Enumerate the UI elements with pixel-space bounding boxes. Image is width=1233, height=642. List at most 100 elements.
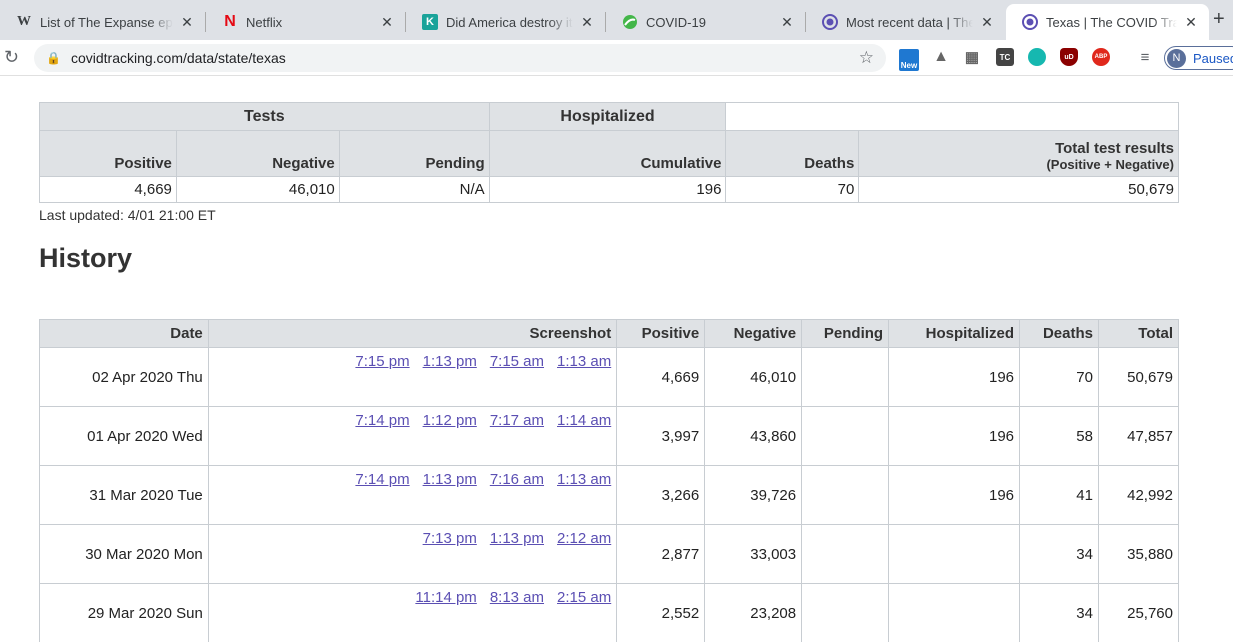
screenshot-link[interactable]: 1:13 pm	[423, 471, 477, 488]
cell-negative: 46,010	[704, 347, 803, 407]
tab-strip: W List of The Expanse episodes ✕ N Netfl…	[0, 0, 1233, 40]
close-icon[interactable]: ✕	[579, 14, 595, 31]
tab-title: COVID-19	[646, 14, 773, 30]
cell-hospitalized	[888, 524, 1021, 584]
screenshot-link[interactable]: 2:12 am	[557, 530, 611, 547]
summary-pending: N/A	[338, 176, 490, 203]
screenshot-link[interactable]: 7:14 pm	[355, 471, 409, 488]
cell-positive: 3,266	[616, 465, 706, 525]
close-icon[interactable]: ✕	[779, 14, 795, 31]
avatar: N	[1167, 48, 1186, 68]
screenshot-link[interactable]: 7:17 am	[490, 412, 544, 429]
cell-hospitalized: 196	[888, 347, 1021, 407]
reload-icon[interactable]: ↻	[4, 47, 19, 68]
history-table: Date Screenshot Positive Negative Pendin…	[39, 319, 1180, 642]
history-heading: History	[39, 243, 133, 273]
cell-positive: 3,997	[616, 406, 706, 466]
table-row: 31 Mar 2020 Tue 7:14 pm 1:13 pm 7:16 am 1:1…	[39, 465, 1180, 525]
col-pending: Pending	[338, 130, 490, 177]
cell-positive: 2,552	[616, 583, 706, 642]
tab-expanse[interactable]: W List of The Expanse episodes ✕	[0, 4, 205, 40]
extension-chat-icon[interactable]	[1028, 48, 1046, 66]
cell-pending	[801, 465, 890, 525]
screenshot-link[interactable]: 7:14 pm	[355, 412, 409, 429]
col-pending: Pending	[801, 319, 890, 348]
close-icon[interactable]: ✕	[179, 14, 195, 31]
cell-date: 01 Apr 2020 Wed	[39, 406, 209, 466]
screenshot-link[interactable]: 8:13 am	[490, 589, 544, 606]
tab-most-recent[interactable]: Most recent data | The COVID ✕	[806, 4, 1005, 40]
cell-deaths: 41	[1019, 465, 1099, 525]
cell-pending	[801, 347, 890, 407]
cell-negative: 43,860	[704, 406, 803, 466]
screenshot-link[interactable]: 7:13 pm	[423, 530, 477, 547]
screenshot-link[interactable]: 2:15 am	[557, 589, 611, 606]
cell-screenshots: 7:14 pm 1:12 pm 7:17 am 1:14 am	[207, 406, 618, 466]
cell-date: 31 Mar 2020 Tue	[39, 465, 209, 525]
col-total-test-results: Total test results (Positive + Negative)	[858, 130, 1179, 177]
tab-did-america[interactable]: K Did America destroy its ✕	[406, 4, 605, 40]
cell-screenshots: 11:14 pm 8:13 am 2:15 am	[207, 583, 618, 642]
col-deaths: Deaths	[1019, 319, 1099, 348]
new-tab-icon[interactable]: +	[1213, 8, 1233, 31]
covid-icon	[622, 14, 638, 30]
screenshot-link[interactable]: 7:15 pm	[355, 353, 409, 370]
tab-title: List of The Expanse episodes	[40, 14, 173, 30]
col-deaths: Deaths	[725, 130, 860, 177]
tab-netflix[interactable]: N Netflix ✕	[206, 4, 405, 40]
cell-total: 42,992	[1097, 465, 1180, 525]
col-cumulative: Cumulative	[488, 130, 727, 177]
cell-positive: 2,877	[616, 524, 706, 584]
profile-button[interactable]: N Paused	[1164, 46, 1233, 70]
adblock-icon[interactable]: ABP	[1092, 48, 1110, 66]
drive-icon[interactable]: ▲	[932, 48, 950, 66]
cell-screenshots: 7:15 pm 1:13 pm 7:15 am 1:13 am	[207, 347, 618, 407]
lock-icon[interactable]: 🔒	[46, 51, 61, 65]
ublock-icon[interactable]: uD	[1060, 48, 1078, 66]
col-negative: Negative	[175, 130, 340, 177]
screenshot-link[interactable]: 1:13 am	[557, 471, 611, 488]
close-icon[interactable]: ✕	[979, 14, 995, 31]
covid-tracking-icon	[1022, 14, 1038, 30]
cell-pending	[801, 406, 890, 466]
store-icon[interactable]: ▦	[963, 48, 981, 66]
screenshot-link[interactable]: 1:13 pm	[423, 353, 477, 370]
col-positive: Positive	[616, 319, 706, 348]
cell-pending	[801, 524, 890, 584]
summary-table: Tests Hospitalized Positive Negative Pen…	[39, 102, 1179, 203]
tab-texas[interactable]: Texas | The COVID Tracking ✕	[1006, 4, 1209, 40]
screenshot-link[interactable]: 1:13 pm	[490, 530, 544, 547]
summary-cumulative: 196	[488, 176, 727, 203]
col-total-sub: (Positive + Negative)	[1046, 157, 1174, 172]
tab-title: Most recent data | The COVID	[846, 14, 973, 30]
summary-deaths: 70	[725, 176, 860, 203]
extension-new-icon[interactable]: New	[899, 49, 919, 71]
cell-total: 35,880	[1097, 524, 1180, 584]
extension-tc-icon[interactable]: TC	[996, 48, 1014, 66]
address-bar[interactable]: 🔒 covidtracking.com/data/state/texas ☆	[34, 44, 886, 72]
bookmark-star-icon[interactable]: ☆	[859, 48, 874, 68]
col-date: Date	[39, 319, 209, 348]
cell-hospitalized	[888, 583, 1021, 642]
cell-date: 30 Mar 2020 Mon	[39, 524, 209, 584]
cell-deaths: 58	[1019, 406, 1099, 466]
cell-total: 47,857	[1097, 406, 1180, 466]
page-content: Tests Hospitalized Positive Negative Pen…	[0, 77, 1233, 642]
url-text: covidtracking.com/data/state/texas	[70, 50, 286, 66]
cell-total: 25,760	[1097, 583, 1180, 642]
media-queue-icon[interactable]: ≡	[1136, 48, 1154, 66]
close-icon[interactable]: ✕	[379, 14, 395, 31]
screenshot-link[interactable]: 1:14 am	[557, 412, 611, 429]
summary-row: 4,669 46,010 N/A 196 70 50,679	[39, 176, 1179, 203]
tab-covid19[interactable]: COVID-19 ✕	[606, 4, 805, 40]
screenshot-link[interactable]: 7:15 am	[490, 353, 544, 370]
close-icon[interactable]: ✕	[1183, 14, 1199, 31]
table-row: 01 Apr 2020 Wed 7:14 pm 1:12 pm 7:17 am 1:1…	[39, 406, 1180, 466]
extension-new-label: New	[900, 61, 918, 70]
screenshot-link[interactable]: 1:13 am	[557, 353, 611, 370]
screenshot-link[interactable]: 7:16 am	[490, 471, 544, 488]
wikipedia-icon: W	[17, 14, 31, 29]
screenshot-link[interactable]: 1:12 pm	[423, 412, 477, 429]
screenshot-link[interactable]: 11:14 pm	[415, 589, 476, 606]
group-header-hospitalized: Hospitalized	[488, 102, 727, 131]
